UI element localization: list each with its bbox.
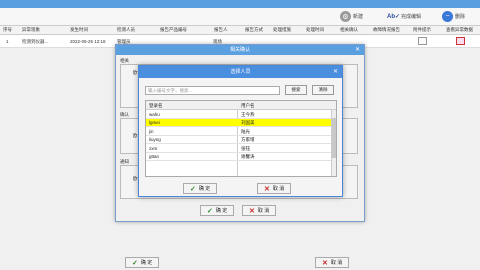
user-name: 王今燕 — [241, 111, 255, 117]
inner-ok-button[interactable]: ✓ 确 定 — [183, 183, 218, 194]
window-titlebar — [0, 0, 480, 8]
col-header[interactable]: 故障情况报告 — [373, 27, 400, 33]
list-item[interactable]: gttan 谢馨涛 — [146, 153, 336, 161]
user-login: jin — [149, 128, 154, 134]
clear-button[interactable]: 清除 — [312, 85, 334, 95]
close-icon[interactable]: ✕ — [355, 45, 360, 55]
user-name: 张钰 — [241, 145, 250, 151]
scroll-thumb[interactable] — [332, 118, 336, 158]
col-header[interactable]: 报告人 — [214, 27, 228, 33]
cell-no: 1 — [6, 39, 9, 44]
user-name: 刘国美 — [241, 120, 255, 125]
col-header[interactable]: 异常现象 — [22, 27, 40, 33]
check-icon: ✓ — [132, 259, 138, 267]
user-name: 谢馨涛 — [241, 154, 255, 159]
cancel-label: 取 消 — [257, 208, 270, 214]
new-button[interactable]: ⚙ 新建 — [340, 10, 363, 23]
cancel-label: 取 消 — [272, 186, 285, 192]
gear-icon: ⚙ — [340, 11, 351, 22]
col-header[interactable]: 相关确认 — [340, 27, 358, 33]
attachment-icon[interactable] — [418, 37, 427, 45]
ok-label: 确 定 — [215, 208, 228, 214]
user-login: zxm — [149, 145, 158, 151]
user-name: 陆光 — [241, 128, 250, 134]
user-login: liuyng — [149, 137, 161, 142]
field-label: 欧 — [133, 70, 138, 75]
delete-button-label: 删除 — [455, 14, 466, 20]
col-header[interactable]: 报告产品编号 — [160, 27, 187, 33]
select-person-title: 选择人员 ✕ — [139, 66, 342, 78]
col-header[interactable]: 报告方式 — [245, 27, 263, 33]
col-user-header[interactable]: 用户名 — [241, 103, 255, 109]
user-login: gttan — [149, 154, 160, 159]
ok-label: 确 定 — [198, 186, 211, 192]
outer-cancel-button[interactable]: ✕ 取 消 — [242, 205, 277, 216]
user-list: 登录名 用户名 wahu 王今燕 lgmei 刘国美 jin 陆光 liuyng… — [145, 100, 337, 177]
list-item[interactable]: wahu 王今燕 — [146, 110, 336, 119]
list-item[interactable]: zxm 张钰 — [146, 144, 336, 153]
main-cancel-button[interactable]: ✕ 取 消 — [315, 257, 350, 268]
cross-icon: ✕ — [249, 207, 255, 215]
spellcheck-icon: Ab✓ — [386, 14, 401, 20]
list-item[interactable]: liuyng 方家增 — [146, 136, 336, 144]
toolbar: ⚙ 新建 Ab✓ 完成编辑 − 删除 — [0, 8, 480, 26]
grid-header: 序号 异常现象 发生时间 检测人员 报告产品编号 报告人 报告方式 处理措施 处… — [0, 26, 480, 35]
col-header[interactable]: 检测人员 — [117, 27, 135, 33]
col-header[interactable]: 处理时间 — [306, 27, 324, 33]
field-label: 欧 — [133, 176, 138, 181]
main-ok-button[interactable]: ✓ 确 定 — [125, 257, 160, 268]
search-input[interactable]: 输入编号文字，搜索... — [145, 86, 280, 95]
user-login: wahu — [149, 111, 160, 117]
minus-icon: − — [442, 11, 453, 22]
cross-icon: ✕ — [322, 259, 328, 267]
close-icon[interactable]: ✕ — [333, 66, 338, 78]
cell-time: 2022-06-25 12:18 — [70, 39, 106, 44]
list-scrollbar[interactable] — [331, 110, 336, 176]
check-icon: ✓ — [207, 207, 213, 215]
confirm-dialog-title-text: 相关确认 — [229, 47, 250, 53]
cell-phenomenon: 检测到仪器... — [22, 39, 49, 44]
list-item-selected[interactable]: lgmei 刘国美 — [146, 118, 336, 127]
search-button[interactable]: 搜索 — [285, 85, 307, 95]
field-label: 欧 — [133, 133, 138, 138]
outer-ok-button[interactable]: ✓ 确 定 — [200, 205, 235, 216]
user-login: lgmei — [149, 120, 160, 125]
col-login-header[interactable]: 登录名 — [149, 103, 163, 109]
col-header[interactable]: 序号 — [3, 27, 12, 33]
col-header[interactable]: 查看异常数据 — [446, 27, 473, 33]
finish-edit-button[interactable]: Ab✓ 完成编辑 — [386, 10, 422, 23]
finish-edit-label: 完成编辑 — [401, 14, 422, 20]
list-item[interactable]: jin 陆光 — [146, 127, 336, 136]
check-icon: ✓ — [190, 185, 196, 193]
user-name: 方家增 — [241, 137, 255, 142]
list-header: 登录名 用户名 — [146, 101, 336, 110]
inner-cancel-button[interactable]: ✕ 取 消 — [257, 183, 292, 194]
col-header[interactable]: 处理措施 — [273, 27, 291, 33]
ok-label: 确 定 — [140, 260, 153, 266]
cancel-label: 取 消 — [330, 260, 343, 266]
new-button-label: 新建 — [353, 14, 364, 20]
select-person-dialog: 选择人员 ✕ 输入编号文字，搜索... 搜索 清除 登录名 用户名 wahu 王… — [138, 65, 343, 197]
data-view-icon[interactable] — [456, 37, 465, 45]
col-header[interactable]: 发生时间 — [70, 27, 88, 33]
select-person-title-text: 选择人员 — [230, 69, 251, 75]
confirm-dialog-title: 相关确认 ✕ — [116, 45, 364, 55]
cross-icon: ✕ — [264, 185, 270, 193]
col-header[interactable]: 附件提示 — [413, 27, 431, 33]
delete-button[interactable]: − 删除 — [442, 10, 465, 23]
